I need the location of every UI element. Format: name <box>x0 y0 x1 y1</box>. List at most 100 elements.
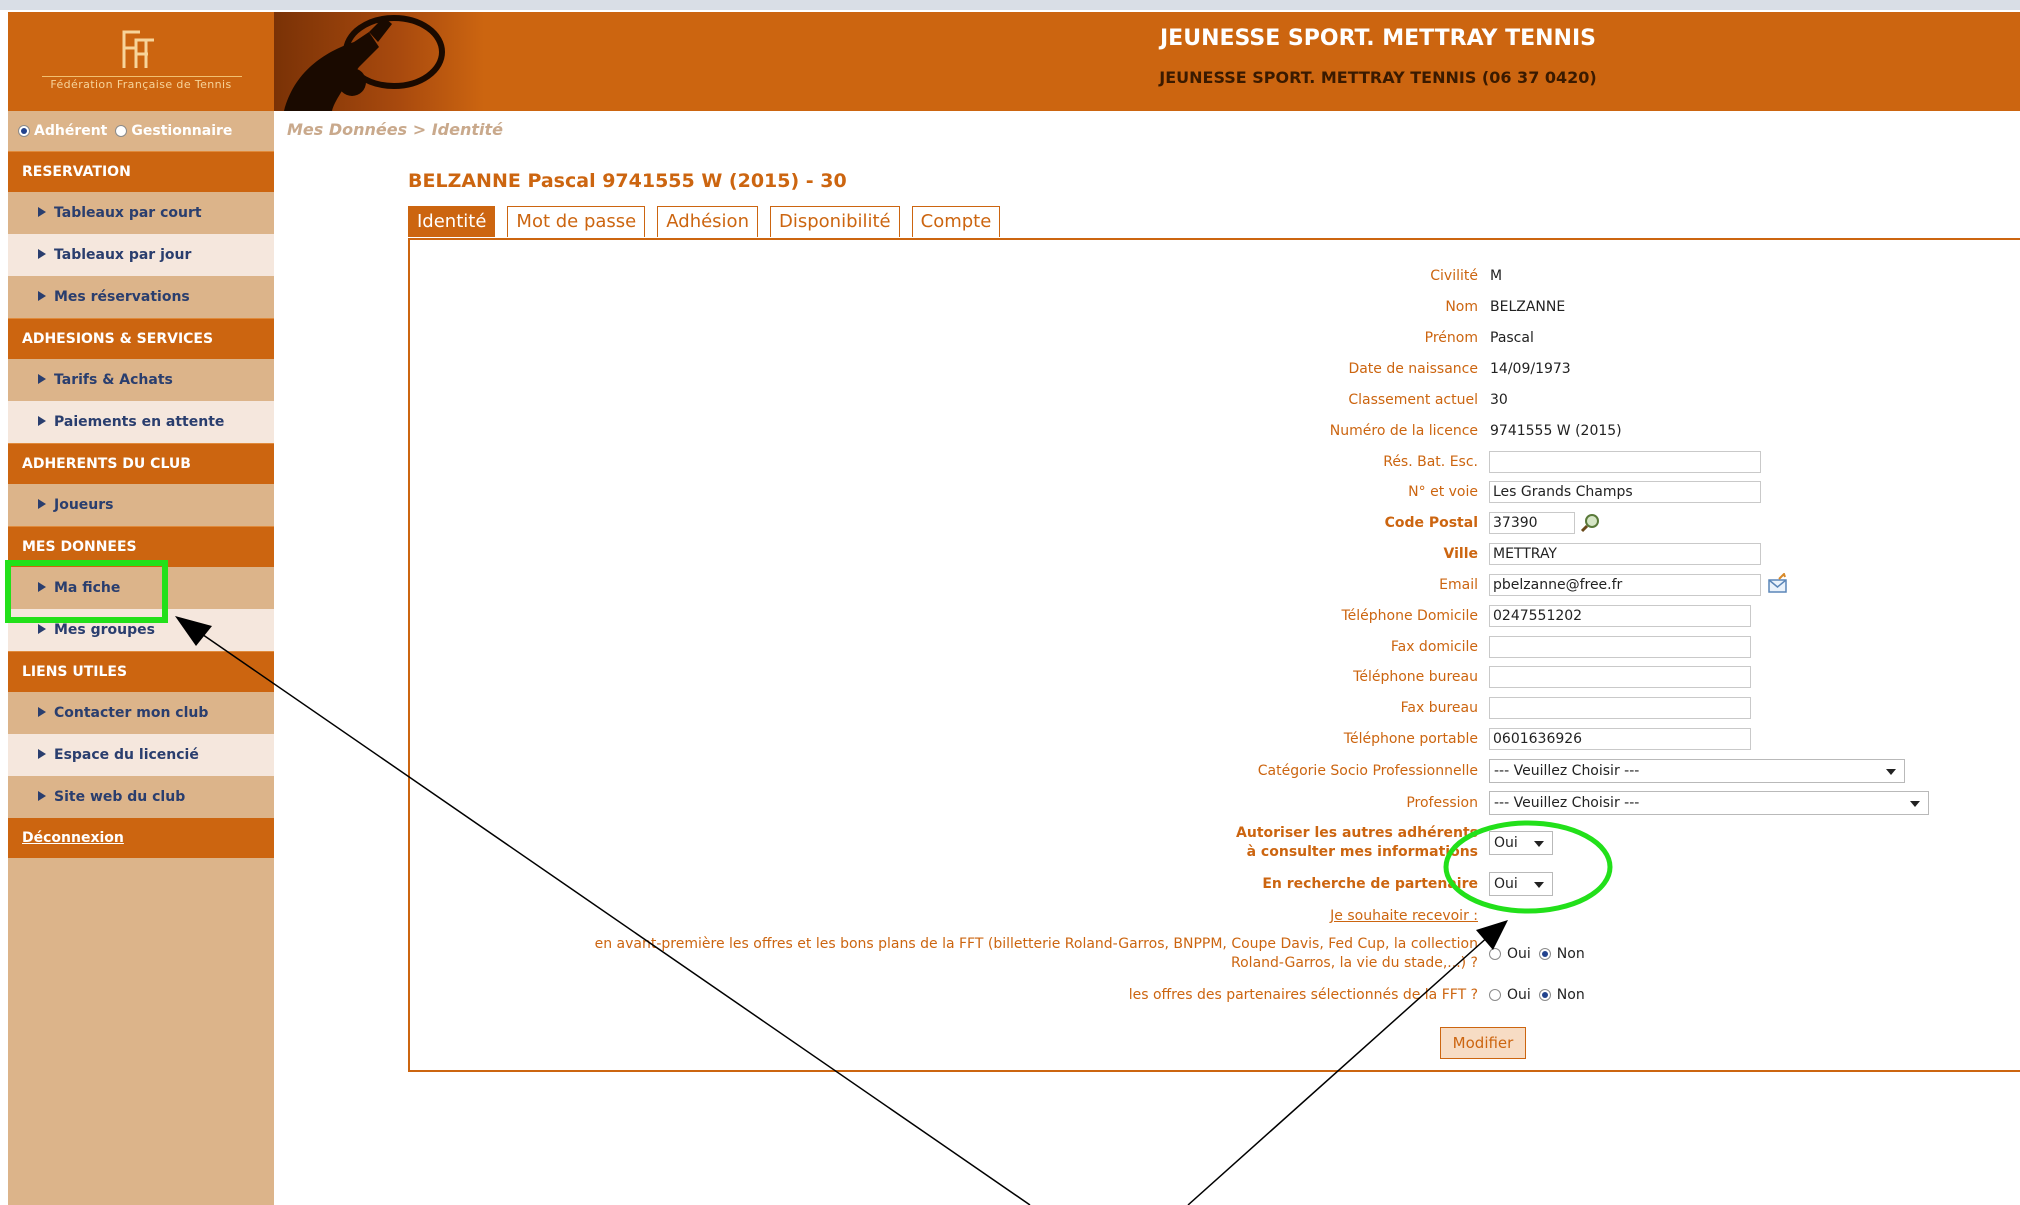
value-civilite: M <box>1490 268 1503 284</box>
tab-adhesion[interactable]: Adhésion <box>657 206 758 237</box>
radio-label: Non <box>1556 987 1585 1003</box>
radio-label: Oui <box>1507 987 1531 1003</box>
row-recevoir: Je souhaite recevoir : <box>0 903 2020 929</box>
arrow-right-icon <box>38 207 46 217</box>
profession-select[interactable]: --- Veuillez Choisir --- <box>1489 791 1929 815</box>
fax-dom-input[interactable] <box>1489 636 1751 658</box>
fax-bureau-input[interactable] <box>1489 697 1751 719</box>
label-classement: Classement actuel <box>1348 392 1478 408</box>
radio-adherent[interactable]: Adhérent <box>18 123 107 139</box>
sidebar-item-label: Tableaux par court <box>54 205 202 221</box>
sidebar-item-tableaux-court[interactable]: Tableaux par court <box>8 192 274 234</box>
ville-input[interactable]: METTRAY <box>1489 543 1761 565</box>
chevron-down-icon <box>1910 801 1920 807</box>
label-res: Rés. Bat. Esc. <box>1383 454 1478 470</box>
label-voie: N° et voie <box>1408 484 1478 500</box>
page-title: BELZANNE Pascal 9741555 W (2015) - 30 <box>408 170 847 192</box>
radio-gestionnaire[interactable]: Gestionnaire <box>115 123 232 139</box>
radio-icon[interactable] <box>115 125 128 137</box>
radio-oui-icon[interactable] <box>1489 989 1501 1001</box>
email-input[interactable]: pbelzanne@free.fr <box>1489 574 1761 596</box>
club-subtitle: JEUNESSE SPORT. METTRAY TENNIS (06 37 04… <box>1159 68 1597 87</box>
label-naissance: Date de naissance <box>1348 361 1478 377</box>
radio-non-icon-checked[interactable] <box>1538 948 1551 960</box>
value-naissance: 14/09/1973 <box>1490 361 1571 377</box>
row-fax-dom: Fax domicile <box>0 634 2020 660</box>
profile-toggle: Adhérent Gestionnaire <box>8 111 274 151</box>
search-cp-icon[interactable] <box>1580 513 1602 533</box>
row-fax-bureau: Fax bureau <box>0 695 2020 721</box>
radio-label: Non <box>1556 946 1585 962</box>
radio-oui-icon[interactable] <box>1489 948 1501 960</box>
row-offres-fft: en avant-première les offres et les bons… <box>0 934 2020 974</box>
row-csp: Catégorie Socio Professionnelle --- Veui… <box>0 758 2020 784</box>
label-csp: Catégorie Socio Professionnelle <box>1257 763 1478 779</box>
radio-label: Oui <box>1507 946 1531 962</box>
row-nom: Nom BELZANNE <box>0 294 2020 320</box>
row-autoriser: Autoriser les autres adhérents à consulte… <box>0 823 2020 863</box>
tennis-player-image <box>284 15 445 111</box>
row-partenaire: En recherche de partenaire Oui <box>0 871 2020 897</box>
row-civilite: Civilité M <box>0 263 2020 289</box>
modifier-button[interactable]: Modifier <box>1440 1027 1526 1059</box>
label-prenom: Prénom <box>1424 330 1478 346</box>
fft-logo-icon <box>122 30 154 68</box>
label-cp: Code Postal <box>1384 515 1478 531</box>
section-reservation: RESERVATION <box>8 151 274 192</box>
logo-text: Fédération Française de Tennis <box>50 78 232 91</box>
row-prenom: Prénom Pascal <box>0 325 2020 351</box>
label-line: à consulter mes informations <box>1246 844 1478 860</box>
label-recevoir: Je souhaite recevoir : <box>1330 908 1478 924</box>
site-header: Fédération Française de Tennis JEUNESSE … <box>8 12 2020 111</box>
label-ville: Ville <box>1443 546 1478 562</box>
label-line: Roland-Garros, la vie du stade,...) ? <box>1231 955 1478 971</box>
chevron-down-icon <box>1534 882 1544 888</box>
tab-compte[interactable]: Compte <box>911 206 1001 237</box>
tel-port-input[interactable]: 0601636926 <box>1489 728 1751 750</box>
tel-bureau-input[interactable] <box>1489 666 1751 688</box>
chevron-down-icon <box>1886 769 1896 775</box>
row-tel-bureau: Téléphone bureau <box>0 664 2020 690</box>
label-fax-dom: Fax domicile <box>1390 639 1478 655</box>
radio-non-icon-checked[interactable] <box>1538 989 1551 1001</box>
tab-identite[interactable]: Identité <box>408 206 496 237</box>
radio-icon-checked[interactable] <box>18 125 30 137</box>
chevron-down-icon <box>1534 841 1544 847</box>
row-cp: Code Postal 37390 <box>0 510 2020 536</box>
arrow-right-icon <box>38 249 46 259</box>
voie-input[interactable]: Les Grands Champs <box>1489 481 1761 503</box>
select-value: --- Veuillez Choisir --- <box>1494 795 1640 811</box>
tab-disponibilite[interactable]: Disponibilité <box>769 206 900 237</box>
label-autoriser: Autoriser les autres adhérents à consulte… <box>1236 824 1478 862</box>
label-tel-port: Téléphone portable <box>1343 731 1478 747</box>
row-tel-dom: Téléphone Domicile 0247551202 <box>0 603 2020 629</box>
partenaire-select[interactable]: Oui <box>1489 872 1553 896</box>
offres-part-radios: Oui Non <box>1489 987 1593 1003</box>
value-prenom: Pascal <box>1490 330 1534 346</box>
value-classement: 30 <box>1490 392 1508 408</box>
label-offres-fft: en avant-première les offres et les bons… <box>595 935 1478 973</box>
label-partenaire: En recherche de partenaire <box>1262 876 1478 892</box>
radio-label: Adhérent <box>34 123 108 139</box>
tab-mot-de-passe[interactable]: Mot de passe <box>507 206 646 237</box>
sidebar-item-label: Tableaux par jour <box>54 247 192 263</box>
label-nom: Nom <box>1445 299 1478 315</box>
label-licence: Numéro de la licence <box>1329 423 1478 439</box>
row-naissance: Date de naissance 14/09/1973 <box>0 356 2020 382</box>
autoriser-select[interactable]: Oui <box>1489 831 1553 855</box>
csp-select[interactable]: --- Veuillez Choisir --- <box>1489 759 1905 783</box>
select-value: --- Veuillez Choisir --- <box>1494 763 1640 779</box>
label-line: Autoriser les autres adhérents <box>1236 825 1478 841</box>
label-profession: Profession <box>1406 795 1478 811</box>
cp-input[interactable]: 37390 <box>1489 512 1575 534</box>
label-offres-part: les offres des partenaires sélectionnés … <box>1128 987 1478 1003</box>
label-fax-bureau: Fax bureau <box>1400 700 1478 716</box>
row-profession: Profession --- Veuillez Choisir --- <box>0 790 2020 816</box>
label-civilite: Civilité <box>1430 268 1478 284</box>
res-input[interactable] <box>1489 451 1761 473</box>
email-send-icon[interactable] <box>1767 573 1789 595</box>
select-value: Oui <box>1494 876 1518 892</box>
offres-fft-radios: Oui Non <box>1489 946 1593 962</box>
row-voie: N° et voie Les Grands Champs <box>0 479 2020 505</box>
tel-dom-input[interactable]: 0247551202 <box>1489 605 1751 627</box>
